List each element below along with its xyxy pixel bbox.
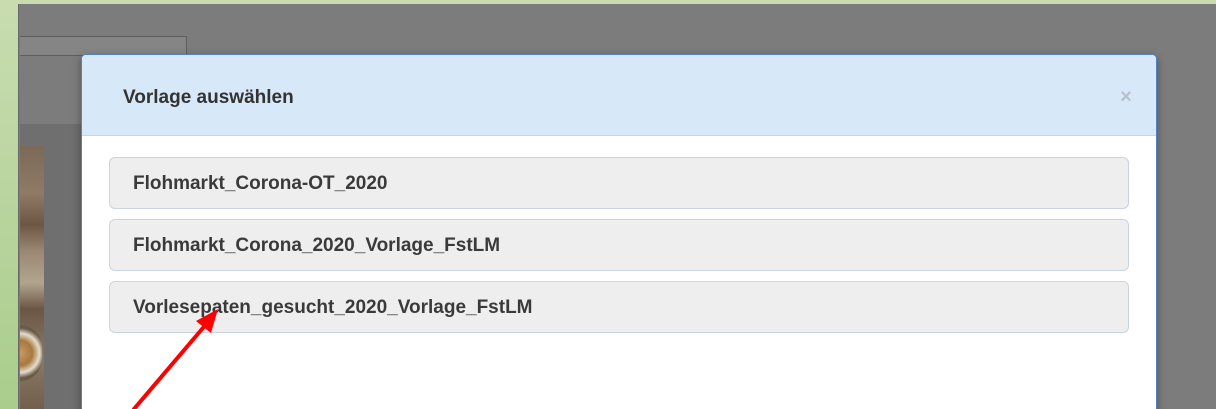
template-item-flohmarkt-corona-vorlage[interactable]: Flohmarkt_Corona_2020_Vorlage_FstLM: [109, 219, 1129, 271]
template-select-dialog: Vorlage auswählen × Flohmarkt_Corona-OT_…: [81, 54, 1157, 409]
template-label: Vorlesepaten_gesucht_2020_Vorlage_FstLM: [133, 297, 533, 318]
template-list: Flohmarkt_Corona-OT_2020 Flohmarkt_Coron…: [109, 157, 1129, 343]
template-item-flohmarkt-corona-ot[interactable]: Flohmarkt_Corona-OT_2020: [109, 157, 1129, 209]
template-label: Flohmarkt_Corona_2020_Vorlage_FstLM: [133, 235, 501, 256]
dialog-title: Vorlage auswählen: [123, 87, 294, 108]
template-label: Flohmarkt_Corona-OT_2020: [133, 173, 388, 194]
background-input-field: [20, 36, 187, 56]
dialog-header: Vorlage auswählen ×: [82, 55, 1156, 136]
template-item-vorlesepaten[interactable]: Vorlesepaten_gesucht_2020_Vorlage_FstLM: [109, 281, 1129, 333]
close-icon[interactable]: ×: [1116, 85, 1136, 109]
